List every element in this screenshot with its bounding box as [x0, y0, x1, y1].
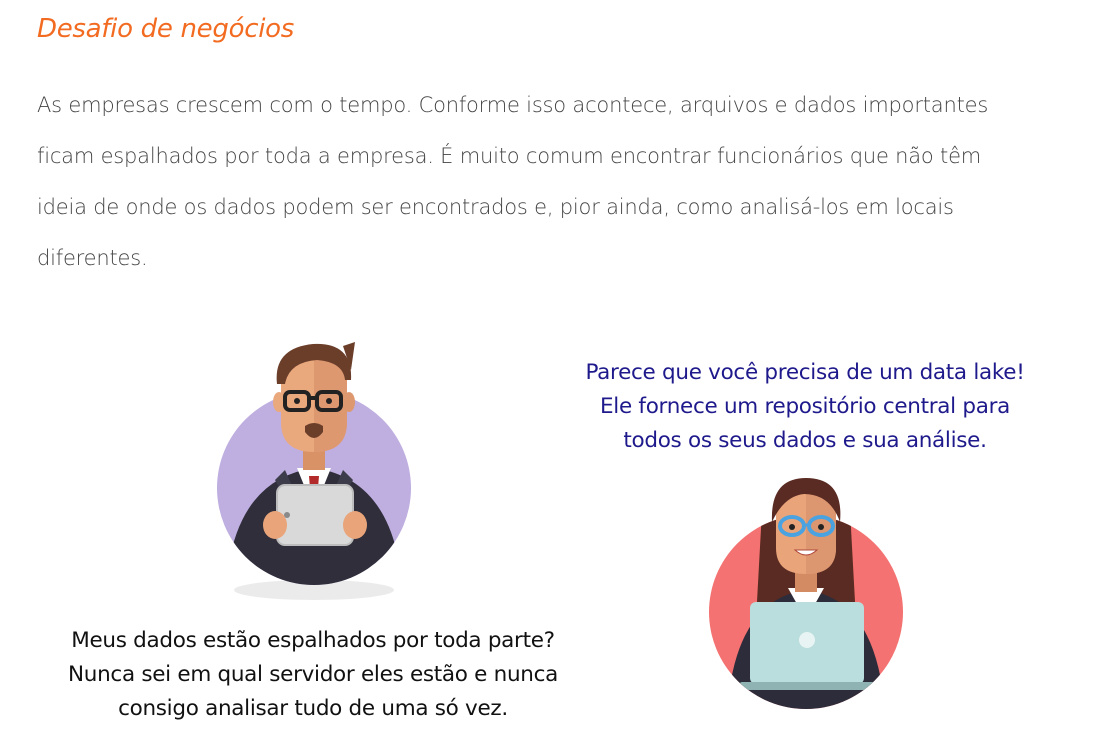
paragraph-line: ficam espalhados por toda a empresa. É m… [37, 144, 982, 168]
caption-line: Nunca sei em qual servidor eles estão e … [67, 662, 559, 687]
caption-line: Parece que você precisa de um data lake! [585, 360, 1025, 385]
man-speech-caption: Meus dados estão espalhados por toda par… [18, 624, 608, 726]
paragraph-line: As empresas crescem com o tempo. Conform… [37, 93, 989, 117]
section-heading: Desafio de negócios [37, 14, 294, 44]
paragraph-line: ideia de onde os dados podem ser encontr… [37, 195, 954, 219]
man-with-tablet-illustration [217, 342, 411, 600]
woman-speech-caption: Parece que você precisa de um data lake!… [500, 356, 1094, 458]
paragraph-line: diferentes. [37, 246, 148, 270]
intro-paragraph: As empresas crescem com o tempo. Conform… [37, 80, 1067, 284]
caption-line: todos os seus dados e sua análise. [623, 428, 987, 453]
caption-line: Ele fornece um repositório central para [600, 394, 1010, 419]
woman-with-laptop-illustration [709, 478, 903, 709]
caption-line: Meus dados estão espalhados por toda par… [71, 628, 555, 653]
caption-line: consigo analisar tudo de uma só vez. [118, 696, 508, 721]
